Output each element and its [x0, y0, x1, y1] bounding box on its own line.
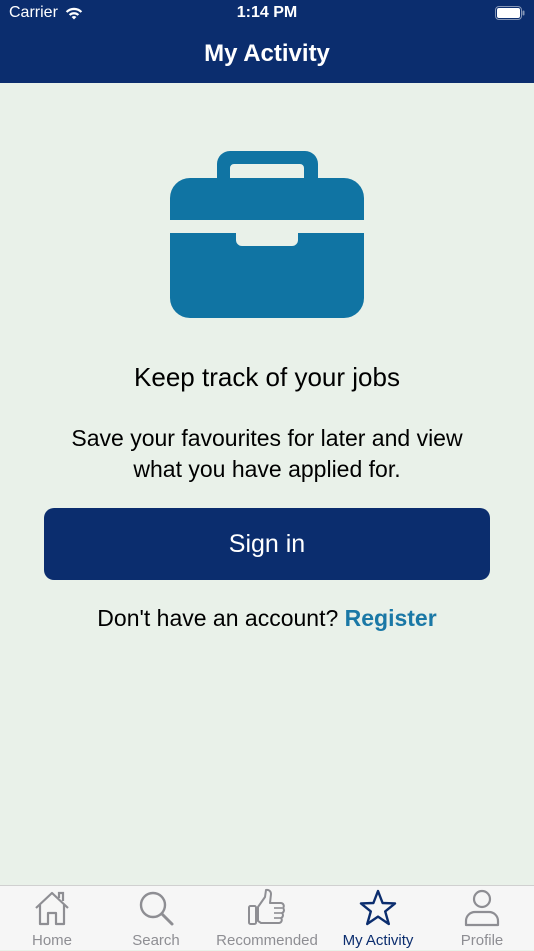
star-icon: [359, 889, 397, 926]
tab-profile-label: Profile: [460, 932, 504, 949]
thumbs-up-icon: [248, 888, 285, 925]
tab-home-label: Home: [31, 932, 72, 949]
tab-recommended-label: Recommended: [216, 932, 318, 949]
briefcase-icon: [170, 151, 364, 318]
tab-my-activity[interactable]: My Activity: [326, 886, 430, 951]
register-prompt-text: Don't have an account?: [97, 605, 339, 631]
tab-search-label: Search: [132, 932, 180, 949]
register-link[interactable]: Register: [345, 605, 437, 631]
main-content: Keep track of your jobs Save your favour…: [0, 0, 534, 885]
home-icon: [35, 891, 69, 926]
tab-recommended[interactable]: Recommended: [208, 886, 326, 951]
register-prompt: Don't have an account? Register: [0, 605, 534, 632]
sign-in-button[interactable]: Sign in: [44, 508, 490, 580]
empty-state-heading: Keep track of your jobs: [134, 362, 400, 392]
empty-state-description: Save your favourites for later and view …: [30, 423, 504, 485]
tab-my-activity-label: My Activity: [342, 932, 414, 949]
description-line-1: Save your favourites for later and view: [71, 425, 463, 451]
tab-home[interactable]: Home: [0, 886, 104, 951]
tab-bar: Home Search Recommended My Activity Prof…: [0, 885, 534, 950]
search-icon: [139, 891, 174, 926]
tab-profile[interactable]: Profile: [430, 886, 534, 951]
person-icon: [464, 889, 500, 927]
description-line-2: what you have applied for.: [133, 456, 401, 482]
tab-search[interactable]: Search: [104, 886, 208, 951]
